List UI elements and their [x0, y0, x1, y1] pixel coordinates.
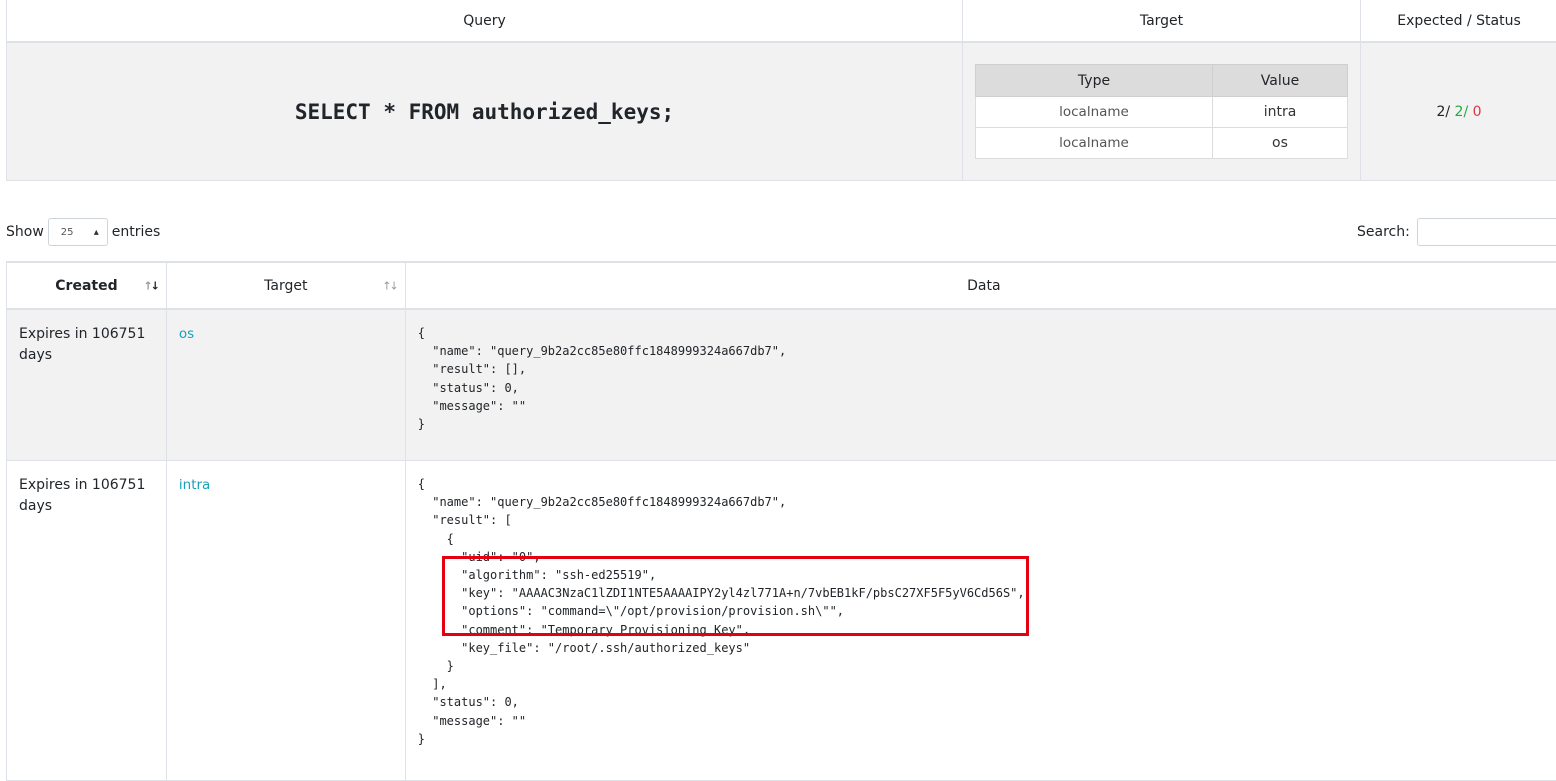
data-cell: { "name": "query_9b2a2cc85e80ffc18489993…	[406, 461, 1556, 780]
search-label: Search:	[1357, 224, 1410, 240]
status-cell: 2/ 2/ 0	[1361, 43, 1556, 180]
target-type-cell: localname	[975, 127, 1213, 159]
search-control: Search:	[1357, 218, 1556, 246]
data-header-label: Data	[967, 277, 1001, 294]
query-column-header: Query	[7, 0, 963, 41]
results-table: Created ↑↓ Target ↑↓ Data Expires in 106…	[6, 261, 1556, 781]
failed-count: 0	[1472, 103, 1482, 120]
target-column-header-results[interactable]: Target ↑↓	[167, 263, 406, 308]
target-subtable-row: localname intra	[975, 96, 1349, 128]
query-summary-row: SELECT * FROM authorized_keys; Type Valu…	[6, 43, 1556, 181]
created-cell: Expires in 106751 days	[7, 461, 167, 780]
target-subtable: Type Value localname intra localname os	[975, 64, 1349, 159]
target-value-cell: os	[1211, 127, 1349, 159]
created-cell: Expires in 106751 days	[7, 310, 167, 460]
query-cell: SELECT * FROM authorized_keys;	[7, 43, 963, 180]
status-counts: 2/ 2/ 0	[1436, 104, 1481, 120]
data-column-header: Data	[406, 263, 1556, 308]
json-data: { "name": "query_9b2a2cc85e80ffc18489993…	[417, 477, 1025, 746]
target-link[interactable]: intra	[179, 477, 210, 493]
target-value-header: Value	[1211, 64, 1349, 97]
search-input[interactable]	[1416, 218, 1556, 246]
target-subtable-row: localname os	[975, 127, 1349, 159]
target-column-header: Target	[963, 0, 1361, 41]
target-type-cell: localname	[975, 96, 1213, 128]
sort-arrows-icon: ↑↓	[143, 279, 160, 292]
created-column-header[interactable]: Created ↑↓	[7, 263, 167, 308]
target-cell-results: os	[167, 310, 406, 460]
table-row: Expires in 106751 days os { "name": "que…	[6, 310, 1556, 461]
entries-label: entries	[111, 224, 161, 240]
results-header: Created ↑↓ Target ↑↓ Data	[6, 261, 1556, 310]
status-column-header: Expected / Status	[1397, 12, 1521, 29]
expected-count: 2/	[1436, 103, 1451, 120]
target-type-header: Type	[975, 64, 1213, 97]
table-row: Expires in 106751 days intra { "name": "…	[6, 461, 1556, 781]
show-label: Show	[6, 224, 44, 240]
created-header-label: Created	[55, 277, 118, 294]
sort-updown-icon: ▴	[93, 226, 99, 238]
sort-arrows-icon: ↑↓	[382, 279, 399, 292]
target-cell: Type Value localname intra localname os	[963, 43, 1361, 180]
data-cell: { "name": "query_9b2a2cc85e80ffc18489993…	[406, 310, 1556, 460]
success-count: 2/	[1454, 103, 1469, 120]
query-summary-header: Query Target Expected / Status	[6, 0, 1556, 43]
target-link[interactable]: os	[179, 326, 194, 342]
target-value-cell: intra	[1211, 96, 1349, 128]
json-data: { "name": "query_9b2a2cc85e80ffc18489993…	[417, 326, 787, 432]
query-summary-table: Query Target Expected / Status SELECT * …	[6, 0, 1556, 181]
entries-select[interactable]: 25 ▴	[47, 218, 108, 246]
target-cell-results: intra	[167, 461, 406, 780]
target-header-label: Target	[264, 277, 308, 294]
entries-length-control: Show 25 ▴ entries	[6, 218, 160, 246]
entries-select-value: 25	[60, 226, 74, 238]
sql-query-text: SELECT * FROM authorized_keys;	[294, 99, 675, 124]
